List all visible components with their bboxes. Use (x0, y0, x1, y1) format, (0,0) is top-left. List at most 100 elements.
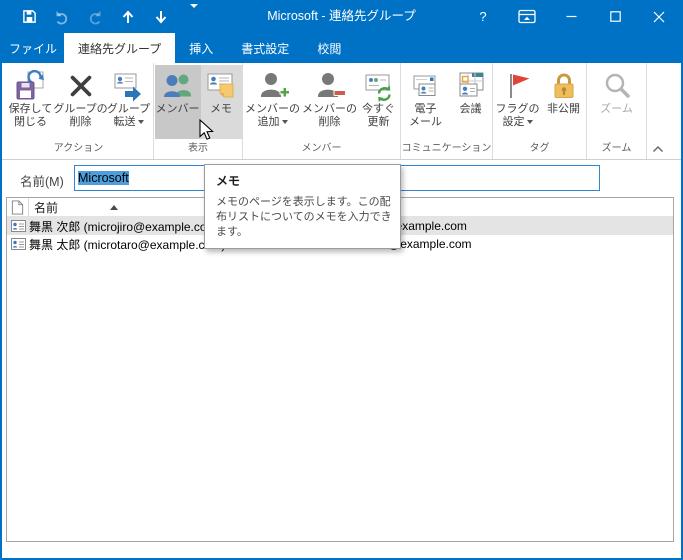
undo-button[interactable] (53, 5, 71, 29)
button-label: メール (409, 116, 442, 128)
meeting-icon (455, 68, 487, 103)
forward-group-button[interactable]: グループ 転送 (106, 65, 152, 139)
move-down-icon (155, 10, 167, 23)
dropdown-caret-icon (526, 120, 533, 125)
delete-group-button[interactable]: グループの 削除 (53, 65, 108, 139)
button-label: 追加 (258, 116, 288, 129)
save-and-close-button[interactable]: 保存して 閉じる (6, 65, 56, 139)
help-icon: ? (479, 9, 487, 24)
button-label: 非公開 (547, 103, 580, 115)
button-label: ズーム (600, 103, 633, 115)
button-label: 電子 (414, 103, 437, 115)
redo-button[interactable] (86, 5, 104, 29)
save-and-close-icon (15, 68, 47, 103)
name-input-selected-text: Microsoft (78, 171, 129, 185)
button-label: 会議 (459, 103, 482, 115)
update-now-icon (363, 68, 395, 103)
next-item-button[interactable] (152, 5, 170, 29)
button-label: グループの (53, 103, 108, 115)
private-button[interactable]: 非公開 (542, 65, 586, 139)
button-label: 削除 (69, 116, 92, 128)
button-label: 更新 (367, 116, 390, 128)
zoom-icon (601, 68, 633, 103)
maximize-button[interactable] (593, 0, 637, 33)
notes-tooltip: メモ メモのページを表示します。この配布リストについてのメモを入力できます。 (204, 164, 401, 249)
mouse-cursor-icon (199, 118, 215, 146)
tab-review[interactable]: 校閲 (303, 33, 355, 63)
page-icon (11, 199, 24, 215)
ribbon-tab-bar: ファイル 連絡先グループ 挿入 書式設定 校閲 (2, 33, 681, 63)
update-now-button[interactable]: 今すぐ 更新 (358, 65, 400, 139)
ribbon: 保存して 閉じる グループの 削除 グループ 転送 アクション メンバー メモ … (2, 63, 681, 160)
previous-item-button[interactable] (119, 5, 137, 29)
email-button[interactable]: 電子 メール (402, 65, 450, 139)
tooltip-body: メモのページを表示します。この配布リストについてのメモを入力できます。 (216, 196, 392, 238)
button-label: メンバーの (245, 103, 300, 115)
ribbon-group-actions: 保存して 閉じる グループの 削除 グループ 転送 アクション (4, 63, 154, 159)
members-icon (162, 68, 194, 103)
group-label-actions: アクション (53, 143, 104, 154)
customize-qat-button[interactable] (185, 3, 203, 29)
tab-insert[interactable]: 挿入 (175, 33, 227, 63)
add-members-button[interactable]: メンバーの 追加 (244, 65, 302, 139)
button-label: 今すぐ (362, 103, 395, 115)
button-label: 転送 (114, 116, 144, 129)
tab-contact-group[interactable]: 連絡先グループ (64, 33, 176, 63)
tab-format-text[interactable]: 書式設定 (227, 33, 303, 63)
ribbon-group-tags: フラグの 設定 非公開 タグ (493, 63, 587, 159)
add-members-icon (257, 68, 289, 103)
undo-icon (56, 10, 68, 24)
quick-access-toolbar (20, 3, 203, 29)
tab-file[interactable]: ファイル (2, 33, 64, 63)
zoom-button: ズーム (594, 65, 640, 139)
close-icon (653, 11, 665, 22)
email-icon (410, 68, 442, 103)
group-label-zoom: ズーム (601, 143, 632, 154)
notes-icon (205, 68, 237, 103)
customize-qat-icon (190, 3, 198, 26)
contact-card-icon (7, 220, 29, 232)
follow-up-button[interactable]: フラグの 設定 (494, 65, 542, 139)
follow-up-flag-icon (502, 68, 534, 103)
close-button[interactable] (637, 0, 681, 33)
name-column-header-label: 名前 (34, 200, 59, 215)
ribbon-group-zoom: ズーム ズーム (587, 63, 647, 159)
window-controls: ? (461, 0, 681, 33)
move-up-icon (122, 10, 134, 23)
titlebar: Microsoft - 連絡先グループ ? (2, 0, 681, 33)
button-label: 保存して (8, 103, 53, 115)
ribbon-group-communicate: 電子 メール 会議 コミュニケーション (401, 63, 493, 159)
button-label: フラグの (495, 103, 540, 115)
help-button[interactable]: ? (461, 0, 505, 33)
ribbon-display-options-button[interactable] (505, 0, 549, 33)
button-label: 閉じる (14, 116, 47, 128)
button-label: メンバー (155, 103, 200, 115)
minimize-button[interactable] (549, 0, 593, 33)
button-label: グループ (106, 103, 151, 115)
group-label-members: メンバー (301, 143, 342, 154)
collapse-ribbon-button[interactable] (649, 142, 667, 156)
remove-member-icon (314, 68, 346, 103)
remove-member-button[interactable]: メンバーの 削除 (302, 65, 358, 139)
redo-icon (89, 10, 101, 24)
item-type-column-header[interactable] (7, 198, 29, 216)
sort-ascending-icon (110, 204, 119, 210)
group-label-show: 表示 (188, 143, 208, 154)
chevron-up-icon (652, 145, 664, 153)
save-button[interactable] (20, 5, 38, 29)
ribbon-group-members: メンバーの 追加 メンバーの 削除 今すぐ 更新 メンバー (243, 63, 401, 159)
private-lock-icon (548, 68, 580, 103)
forward-group-icon (113, 68, 145, 103)
meeting-button[interactable]: 会議 (450, 65, 492, 139)
dropdown-caret-icon (281, 120, 288, 125)
group-label-tags: タグ (529, 143, 550, 154)
ribbon-display-options-icon (518, 9, 536, 24)
button-label: メンバーの (302, 103, 357, 115)
minimize-icon (566, 15, 576, 18)
group-label-communicate: コミュニケーション (401, 143, 492, 154)
members-view-button[interactable]: メンバー (154, 65, 201, 139)
maximize-icon (609, 11, 621, 22)
delete-group-icon (66, 68, 96, 103)
contact-group-window: Microsoft - 連絡先グループ ? ファイル 連絡先グループ 挿入 書式… (0, 0, 683, 560)
dropdown-caret-icon (137, 120, 144, 125)
